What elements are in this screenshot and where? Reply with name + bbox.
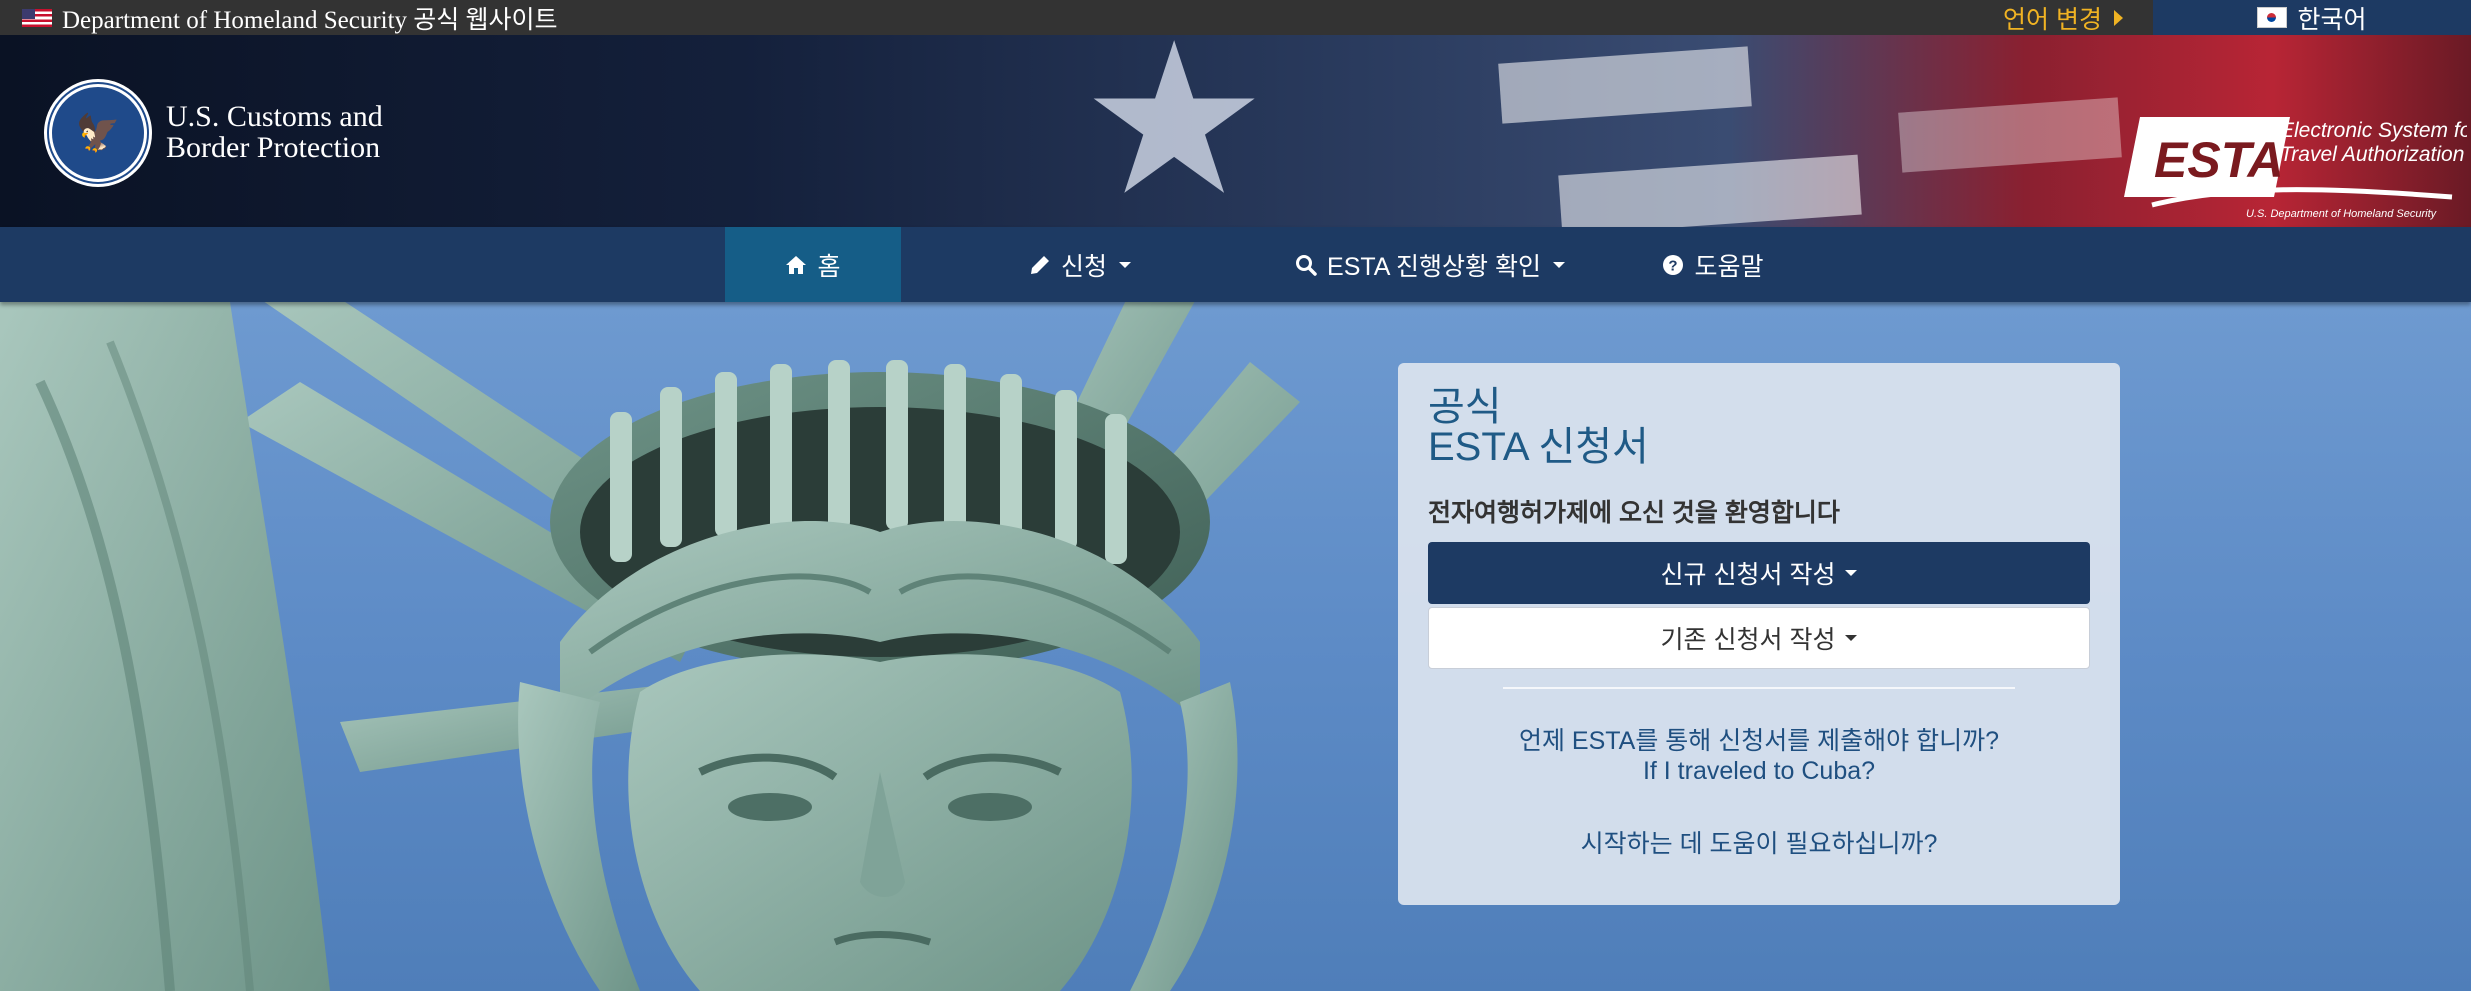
getting-started-help-link[interactable]: 시작하는 데 도움이 필요하십니까? bbox=[1398, 824, 2120, 860]
chevron-down-icon bbox=[1845, 635, 1858, 641]
korea-flag-icon bbox=[2257, 7, 2288, 28]
language-change-link[interactable]: 언어 변경 bbox=[2003, 0, 2123, 35]
top-utility-bar: Department of Homeland Security 공식 웹사이트 … bbox=[0, 0, 2471, 35]
flag-stripe-decoration bbox=[1558, 154, 1862, 227]
nav-check-status[interactable]: ESTA 진행상황 확인 bbox=[1290, 227, 1570, 302]
nav-help-label: 도움말 bbox=[1694, 252, 1764, 281]
nav-check-status-label: ESTA 진행상황 확인 bbox=[1327, 252, 1541, 281]
home-icon bbox=[786, 255, 807, 274]
agency-name-line2: Border Protection bbox=[166, 131, 381, 164]
us-flag-icon bbox=[22, 8, 52, 27]
nav-apply-label: 신청 bbox=[1060, 252, 1107, 281]
pencil-icon bbox=[1030, 255, 1049, 274]
caret-right-icon bbox=[2113, 9, 2123, 26]
esta-logo-mark: ESTA bbox=[2154, 132, 2284, 188]
eagle-icon: 🦅 bbox=[49, 84, 147, 182]
panel-title: 공식 ESTA 신청서 bbox=[1428, 387, 1649, 467]
agency-name-line1: U.S. Customs and bbox=[166, 100, 383, 133]
welcome-panel: 공식 ESTA 신청서 전자여행허가제에 오신 것을 환영합니다 신규 신청서 … bbox=[1398, 363, 2120, 905]
agency-name[interactable]: U.S. Customs and Border Protection bbox=[166, 101, 426, 163]
existing-application-button[interactable]: 기존 신청서 작성 bbox=[1428, 607, 2090, 669]
current-language-label: 한국어 bbox=[2297, 5, 2367, 34]
nav-home[interactable]: 홈 bbox=[725, 227, 901, 302]
chevron-down-icon bbox=[1119, 261, 1131, 268]
dhs-seal-logo[interactable]: 🦅 bbox=[44, 79, 152, 187]
esta-logo[interactable]: ESTA Electronic System for Travel Author… bbox=[2122, 115, 2467, 225]
nav-help[interactable]: ? 도움말 bbox=[1633, 227, 1793, 302]
flag-star-decoration: ★ bbox=[1080, 35, 1269, 227]
main-navigation: 홈 신청 ESTA 진행상황 확인 ? 도움말 bbox=[0, 227, 2471, 302]
official-site-notice: Department of Homeland Security 공식 웹사이트 bbox=[22, 0, 558, 35]
chevron-down-icon bbox=[1845, 570, 1858, 576]
panel-title-line1: 공식 bbox=[1428, 385, 1502, 429]
header-banner: ★ 🦅 U.S. Customs and Border Protection E… bbox=[0, 35, 2471, 227]
esta-logo-line1: Electronic System for bbox=[2280, 119, 2467, 142]
new-application-button[interactable]: 신규 신청서 작성 bbox=[1428, 542, 2090, 604]
flag-stripe-decoration bbox=[1498, 46, 1752, 124]
svg-text:?: ? bbox=[1669, 257, 1678, 274]
new-application-label: 신규 신청서 작성 bbox=[1660, 561, 1836, 589]
esta-logo-line2: Travel Authorization bbox=[2280, 143, 2464, 166]
panel-divider bbox=[1503, 687, 2015, 689]
panel-title-line2: ESTA 신청서 bbox=[1428, 425, 1649, 469]
nav-apply[interactable]: 신청 bbox=[1005, 227, 1155, 302]
esta-logo-line3: U.S. Department of Homeland Security bbox=[2246, 208, 2438, 220]
cuba-travel-link[interactable]: If I traveled to Cuba? bbox=[1398, 757, 2120, 786]
when-to-submit-link[interactable]: 언제 ESTA를 통해 신청서를 제출해야 합니까? bbox=[1398, 721, 2120, 757]
current-language-selector[interactable]: 한국어 bbox=[2153, 0, 2471, 35]
language-change-label: 언어 변경 bbox=[2003, 5, 2102, 34]
chevron-down-icon bbox=[1552, 261, 1565, 268]
flag-stripe-decoration bbox=[1898, 97, 2122, 173]
official-site-text: Department of Homeland Security 공식 웹사이트 bbox=[62, 6, 558, 34]
question-circle-icon: ? bbox=[1663, 254, 1684, 275]
search-icon bbox=[1296, 254, 1317, 276]
existing-application-label: 기존 신청서 작성 bbox=[1660, 626, 1836, 654]
welcome-message: 전자여행허가제에 오신 것을 환영합니다 bbox=[1428, 499, 1840, 527]
nav-home-label: 홈 bbox=[817, 252, 841, 281]
